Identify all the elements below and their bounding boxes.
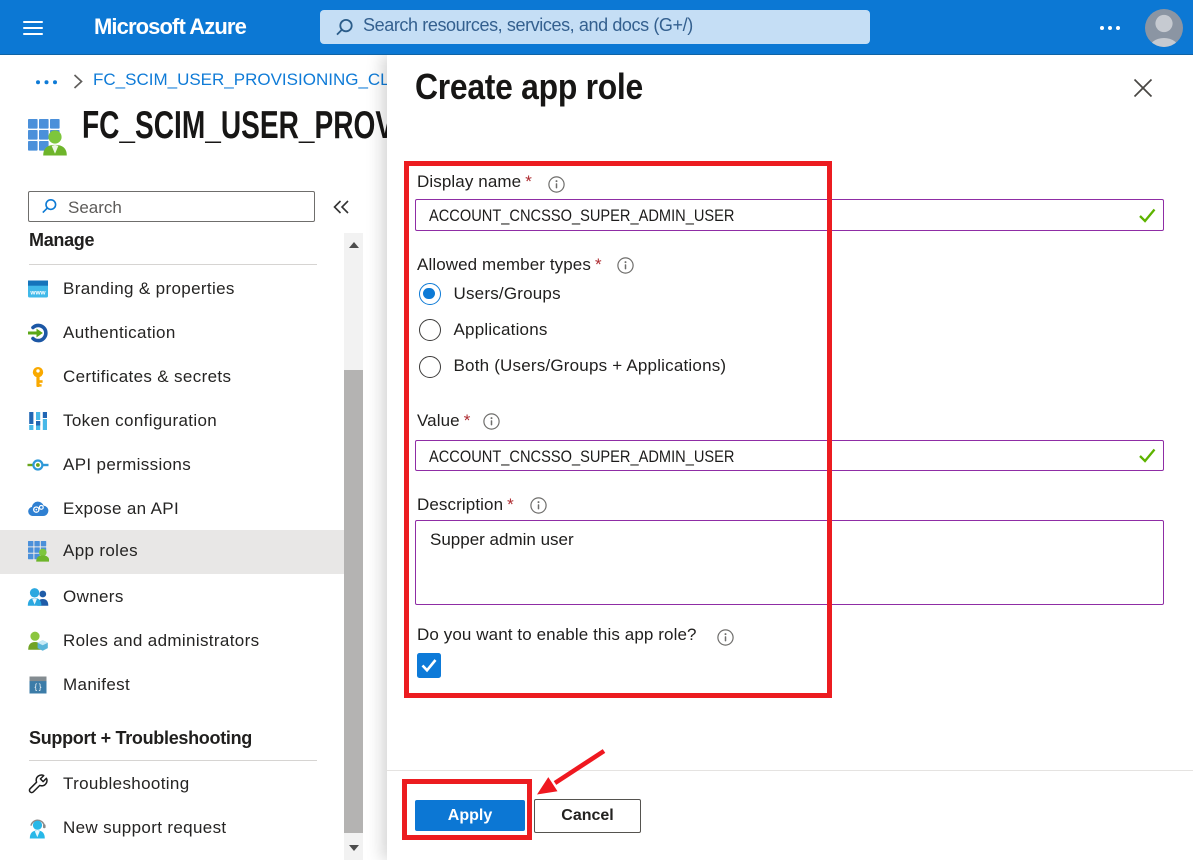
svg-text:{ }: { } [35,683,42,692]
svg-text:www: www [29,290,46,297]
